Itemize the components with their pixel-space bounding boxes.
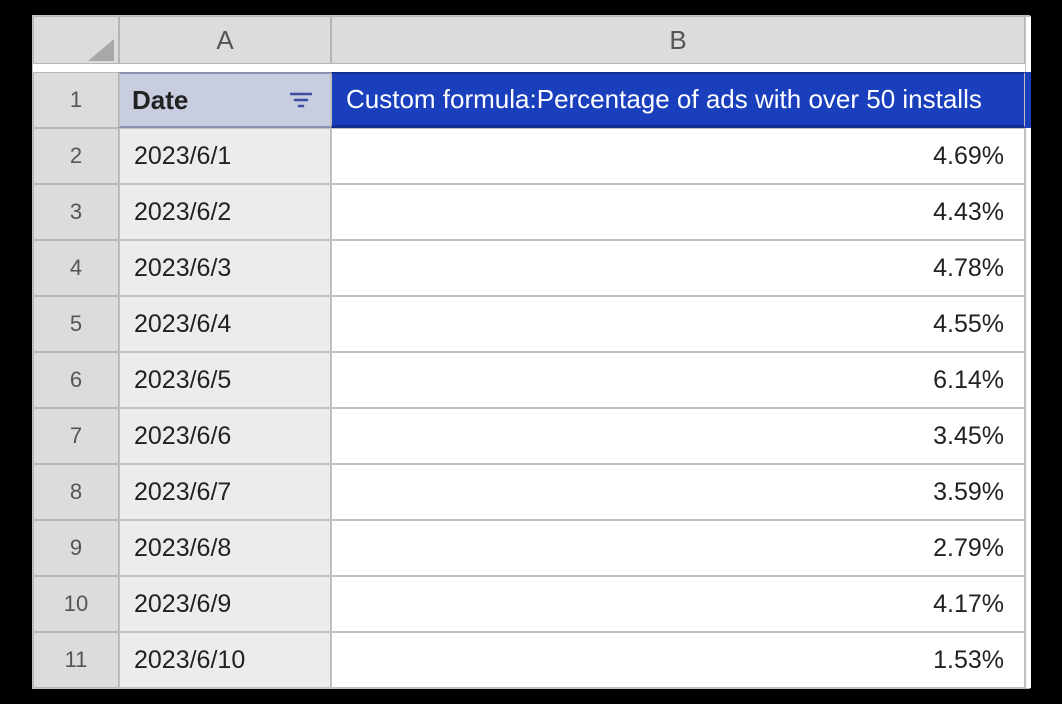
cell-date[interactable]: 2023/6/6	[119, 408, 331, 464]
row-header[interactable]: 2	[33, 128, 119, 184]
cell-date[interactable]: 2023/6/4	[119, 296, 331, 352]
gutter	[1025, 408, 1031, 464]
spreadsheet: A B 1 Date Custom formula:Percentage of …	[32, 15, 1030, 689]
header-formula-label: Custom formula:Percentage of ads with ov…	[346, 84, 982, 115]
gutter	[1025, 576, 1031, 632]
header-cell-date[interactable]: Date	[119, 72, 331, 128]
gutter	[1025, 296, 1031, 352]
cell-value[interactable]: 1.53%	[331, 632, 1025, 688]
gutter	[1025, 72, 1031, 128]
row-header[interactable]: 1	[33, 72, 119, 128]
row-header[interactable]: 5	[33, 296, 119, 352]
row-header[interactable]: 9	[33, 520, 119, 576]
header-date-label: Date	[132, 85, 188, 116]
cell-date[interactable]: 2023/6/5	[119, 352, 331, 408]
cell-value[interactable]: 4.17%	[331, 576, 1025, 632]
cell-value[interactable]: 2.79%	[331, 520, 1025, 576]
cell-date[interactable]: 2023/6/7	[119, 464, 331, 520]
cell-value[interactable]: 4.55%	[331, 296, 1025, 352]
row-header[interactable]: 8	[33, 464, 119, 520]
cell-date[interactable]: 2023/6/9	[119, 576, 331, 632]
grid: A B 1 Date Custom formula:Percentage of …	[33, 16, 1029, 688]
cell-date[interactable]: 2023/6/8	[119, 520, 331, 576]
row-header[interactable]: 7	[33, 408, 119, 464]
cell-value[interactable]: 3.59%	[331, 464, 1025, 520]
cell-value[interactable]: 6.14%	[331, 352, 1025, 408]
row-header[interactable]: 10	[33, 576, 119, 632]
filter-icon	[290, 91, 312, 109]
row-header[interactable]: 6	[33, 352, 119, 408]
gutter	[1025, 520, 1031, 576]
cell-value[interactable]: 4.78%	[331, 240, 1025, 296]
select-all-corner[interactable]	[33, 16, 119, 64]
cell-value[interactable]: 3.45%	[331, 408, 1025, 464]
gutter	[1025, 632, 1031, 688]
row-header[interactable]: 4	[33, 240, 119, 296]
row-header[interactable]: 3	[33, 184, 119, 240]
gutter	[1025, 184, 1031, 240]
column-header-A[interactable]: A	[119, 16, 331, 64]
column-header-B[interactable]: B	[331, 16, 1025, 64]
gutter	[1025, 16, 1031, 72]
gutter	[1025, 128, 1031, 184]
gutter	[1025, 240, 1031, 296]
gutter	[1025, 464, 1031, 520]
corner-triangle-icon	[88, 39, 114, 61]
cell-value[interactable]: 4.43%	[331, 184, 1025, 240]
filter-button[interactable]	[284, 83, 318, 117]
cell-date[interactable]: 2023/6/3	[119, 240, 331, 296]
gutter	[1025, 352, 1031, 408]
header-cell-formula[interactable]: Custom formula:Percentage of ads with ov…	[331, 72, 1025, 128]
cell-date[interactable]: 2023/6/10	[119, 632, 331, 688]
cell-date[interactable]: 2023/6/1	[119, 128, 331, 184]
row-header[interactable]: 11	[33, 632, 119, 688]
cell-value[interactable]: 4.69%	[331, 128, 1025, 184]
cell-date[interactable]: 2023/6/2	[119, 184, 331, 240]
